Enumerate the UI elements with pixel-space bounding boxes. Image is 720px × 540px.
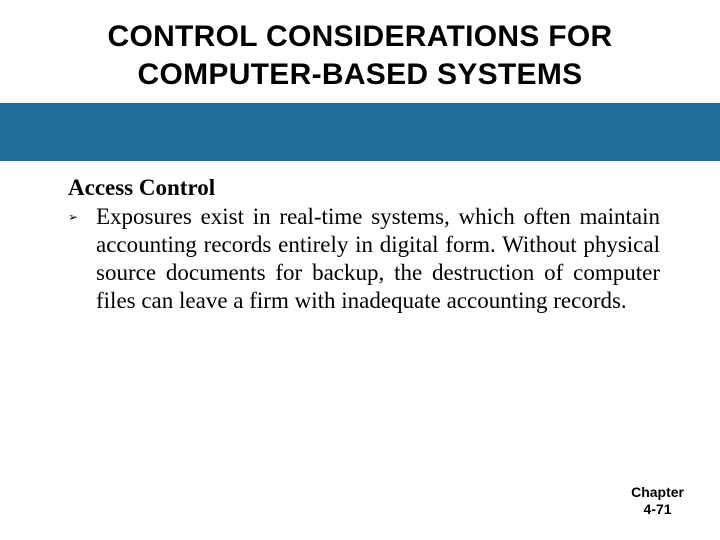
slide-footer: Chapter 4-71: [631, 484, 684, 518]
title-line-2: COMPUTER-BASED SYSTEMS: [138, 58, 583, 91]
bullet-item: ➢ Exposures exist in real-time systems, …: [68, 203, 660, 315]
decorative-bar: [0, 103, 720, 161]
footer-chapter-label: Chapter: [631, 484, 684, 500]
title-line-1: CONTROL CONSIDERATIONS FOR: [107, 20, 612, 53]
slide: CONTROL CONSIDERATIONS FOR COMPUTER-BASE…: [0, 0, 720, 540]
section-heading: Access Control: [68, 175, 660, 201]
content-area: Access Control ➢ Exposures exist in real…: [0, 161, 720, 315]
footer-page-number: 4-71: [644, 501, 672, 517]
slide-title: CONTROL CONSIDERATIONS FOR COMPUTER-BASE…: [0, 0, 720, 103]
bullet-text: Exposures exist in real-time systems, wh…: [96, 203, 660, 315]
bullet-marker-icon: ➢: [68, 203, 96, 224]
